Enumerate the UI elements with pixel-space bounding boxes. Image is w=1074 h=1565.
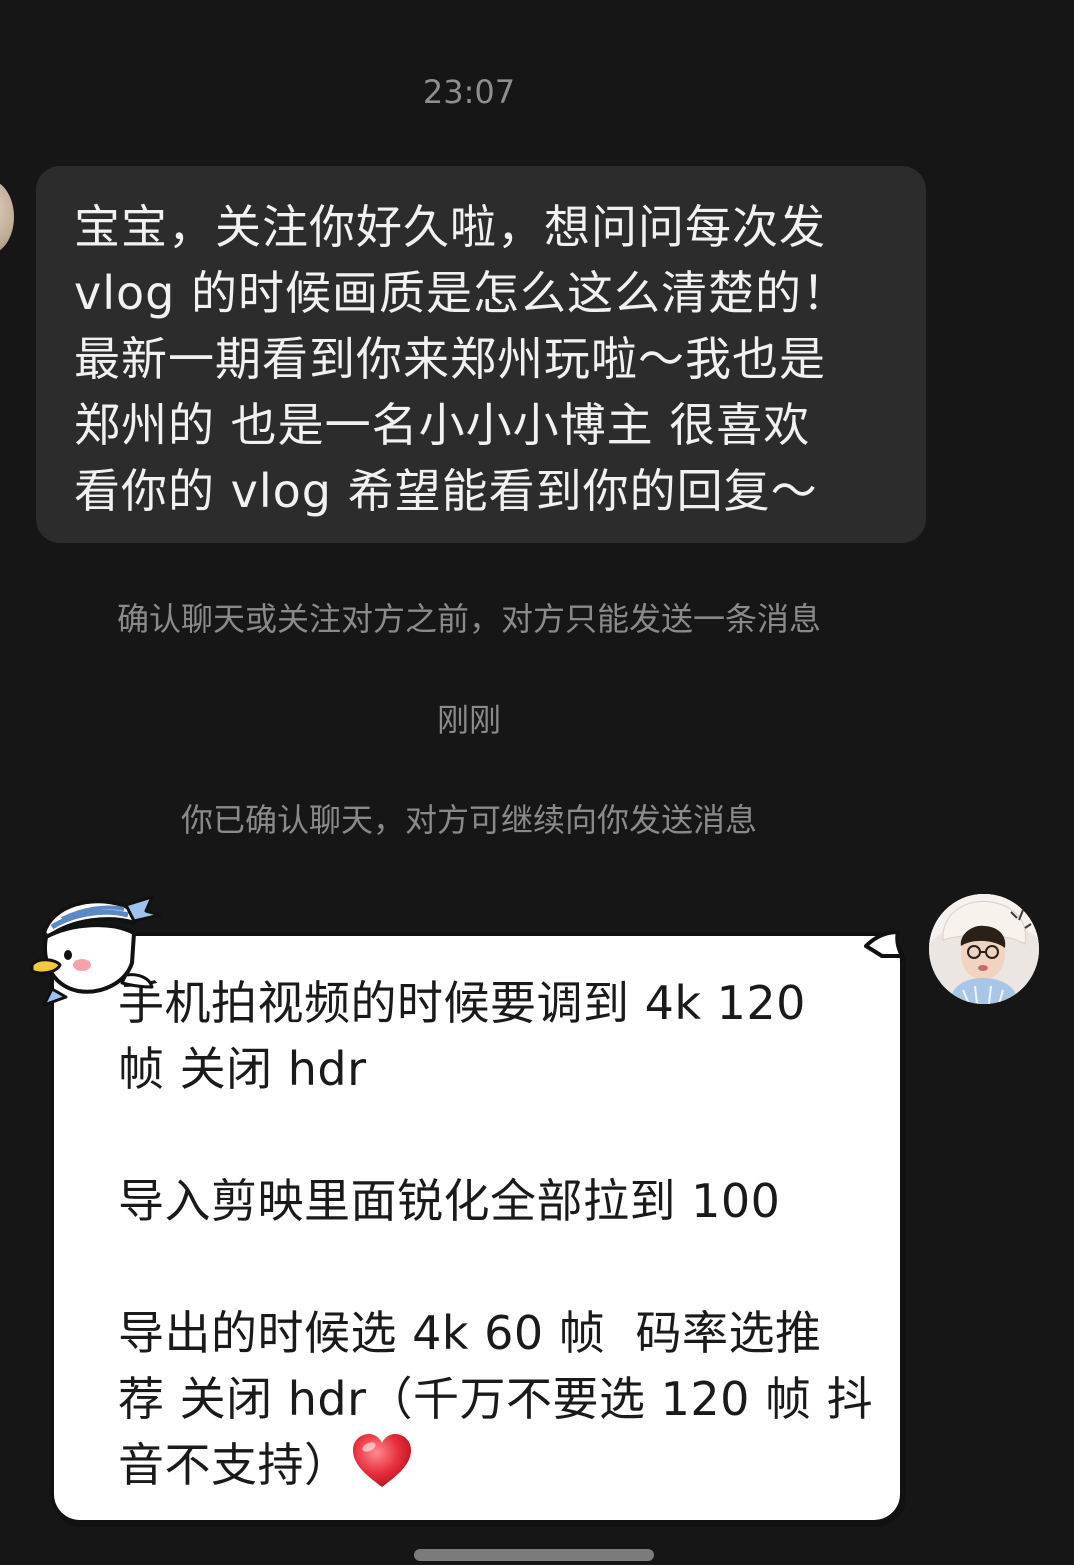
- reply-paragraph-2: 导入剪映里面锐化全部拉到 100: [118, 1174, 781, 1228]
- single-message-notice: 确认聊天或关注对方之前，对方只能发送一条消息: [116, 600, 821, 638]
- heart-icon: [352, 1434, 411, 1487]
- outgoing-message[interactable]: 手机拍视频的时候要调到 4k 120 帧 关闭 hdr 导入剪映里面锐化全部拉到…: [50, 932, 906, 1529]
- reply-paragraph-3: 导出的时候选 4k 60 帧 码率选推 荐 关闭 hdr（千万不要选 120 帧…: [118, 1300, 878, 1498]
- home-indicator[interactable]: [414, 1549, 654, 1561]
- chat-screen: 23:07 宝宝，关注你好久啦，想问问每次发 vlog 的时候画质是怎么这么清楚…: [0, 0, 1074, 1565]
- peer-avatar[interactable]: [0, 180, 14, 254]
- just-now-timestamp: 刚刚: [436, 701, 501, 739]
- user-avatar[interactable]: [929, 894, 1039, 1004]
- duck-sailor-sticker-icon: [30, 895, 162, 1007]
- outgoing-message-text: 手机拍视频的时候要调到 4k 120 帧 关闭 hdr 导入剪映里面锐化全部拉到…: [118, 970, 878, 1498]
- reply-paragraph-3-text: 导出的时候选 4k 60 帧 码率选推 荐 关闭 hdr（千万不要选 120 帧…: [118, 1306, 874, 1492]
- incoming-message-text: 宝宝，关注你好久啦，想问问每次发 vlog 的时候画质是怎么这么清楚的！ 最新一…: [74, 200, 849, 518]
- bubble-corner-decoration: [864, 930, 904, 958]
- user-avatar-image: [929, 894, 1039, 1004]
- incoming-message-bubble[interactable]: 宝宝，关注你好久啦，想问问每次发 vlog 的时候画质是怎么这么清楚的！ 最新一…: [36, 166, 926, 543]
- message-timestamp: 23:07: [422, 73, 516, 111]
- chat-confirmed-notice: 你已确认聊天，对方可继续向你发送消息: [180, 801, 757, 839]
- reply-paragraph-1: 手机拍视频的时候要调到 4k 120 帧 关闭 hdr: [118, 976, 806, 1096]
